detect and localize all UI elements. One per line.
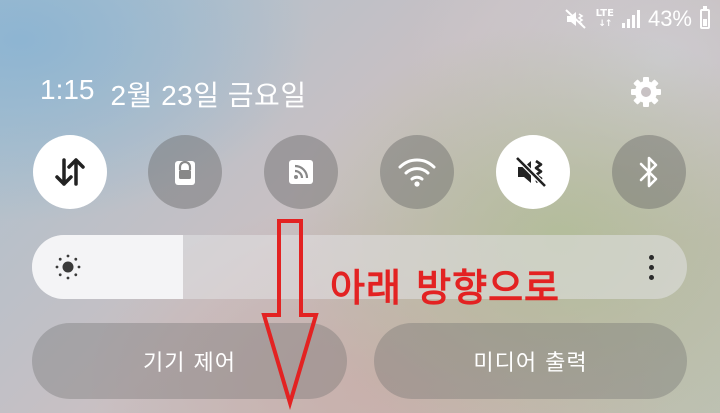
lte-data-icon: LTE ↓↑ [595,8,614,30]
toggle-sound-mode[interactable] [496,135,570,209]
down-arrow-annotation-icon [261,219,319,411]
bluetooth-icon [639,156,658,188]
wifi-icon [398,158,436,187]
toggle-nfc[interactable] [264,135,338,209]
nfc-icon [289,160,313,184]
gear-icon[interactable] [628,74,664,110]
network-label: LTE [595,8,614,19]
toggle-mobile-data[interactable] [33,135,107,209]
toggle-wifi[interactable] [380,135,454,209]
data-arrows-icon [55,158,85,186]
date-label: 2월 23일 금요일 [110,80,307,111]
battery-icon [700,6,710,29]
toggle-bluetooth[interactable] [612,135,686,209]
annotation-text: 아래 방향으로 [330,266,560,310]
data-arrows-icon: ↓↑ [598,19,612,29]
clock-date-row: 1:15 2월 23일 금요일 [40,74,307,114]
media-output-button[interactable]: 미디어 출력 [374,323,687,399]
lock-icon [175,160,195,185]
quick-toggle-row [0,135,720,209]
toggle-screen-lock[interactable] [148,135,222,209]
signal-icon [621,10,640,28]
status-bar: LTE ↓↑ 43% [564,0,710,38]
battery-percent: 43% [647,6,692,31]
clock-time: 1:15 [40,74,95,105]
sun-icon [55,254,81,280]
mute-vibrate-icon [564,9,586,29]
vibrate-mute-icon [515,156,547,188]
more-vertical-icon[interactable] [633,249,669,285]
